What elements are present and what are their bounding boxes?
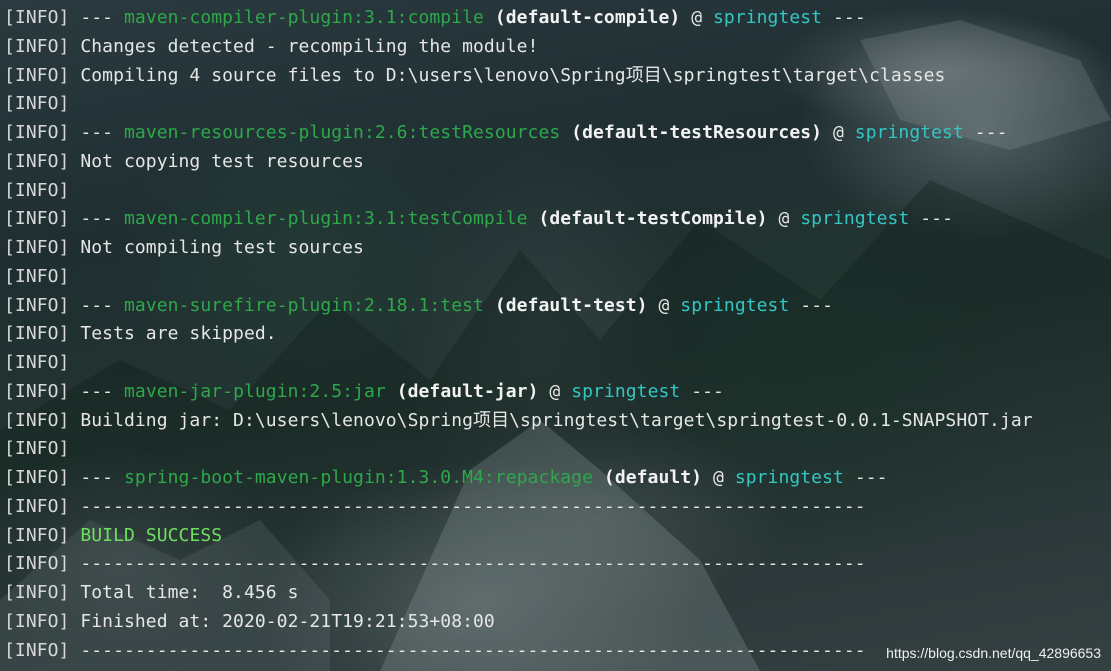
project-name: springtest xyxy=(713,7,823,28)
plugin-goal: maven-surefire-plugin:2.18.1:test xyxy=(124,294,484,316)
execution-id: (default-testCompile) xyxy=(538,208,768,230)
log-level-tag: [INFO] xyxy=(4,7,70,28)
console-line: [INFO] Finished at: 2020-02-21T19:21:53+… xyxy=(4,608,1033,637)
log-message: ----------------------------------------… xyxy=(69,639,866,661)
log-message: Finished at: 2020-02-21T19:21:53+08:00 xyxy=(69,610,495,632)
log-level-tag: [INFO] xyxy=(4,265,70,287)
execution-id: (default-compile) xyxy=(494,7,681,28)
log-level-tag: [INFO] xyxy=(4,294,70,316)
project-name: springtest xyxy=(680,294,790,316)
console-line: [INFO] Not copying test resources xyxy=(4,148,1033,177)
log-message: ----------------------------------------… xyxy=(69,553,866,575)
plugin-goal: maven-resources-plugin:2.6:testResources xyxy=(124,122,561,143)
plugin-goal: spring-boot-maven-plugin:1.3.0.M4:repack… xyxy=(124,467,593,488)
separator: --- xyxy=(69,208,124,230)
log-message: Building jar: D:\users\lenovo\Spring项目\s… xyxy=(69,409,1033,431)
log-level-tag: [INFO] xyxy=(4,237,70,258)
log-level-tag: [INFO] xyxy=(4,495,70,517)
log-level-tag: [INFO] xyxy=(4,553,70,575)
log-level-tag: [INFO] xyxy=(4,639,70,661)
execution-id: (default-testResources) xyxy=(571,122,823,143)
plugin-goal: maven-compiler-plugin:3.1:testCompile xyxy=(124,208,528,230)
console-output: [INFO] --- maven-compiler-plugin:3.1:com… xyxy=(4,4,1033,665)
plugin-goal: maven-compiler-plugin:3.1:compile xyxy=(124,7,484,28)
at-sign: @ xyxy=(822,122,855,143)
console-line: [INFO] ---------------------------------… xyxy=(4,493,1033,522)
at-sign: @ xyxy=(538,380,572,402)
execution-id: (default) xyxy=(603,467,703,488)
log-level-tag: [INFO] xyxy=(4,409,70,431)
log-level-tag: [INFO] xyxy=(4,93,70,115)
log-message: Not copying test resources xyxy=(69,150,364,172)
log-level-tag: [INFO] xyxy=(4,323,70,345)
project-name: springtest xyxy=(571,380,681,402)
console-line: [INFO] --- maven-compiler-plugin:3.1:com… xyxy=(4,4,1033,33)
separator-end: --- xyxy=(909,208,953,230)
separator-end: --- xyxy=(789,294,834,316)
console-line: [INFO] Compiling 4 source files to D:\us… xyxy=(4,62,1033,91)
at-sign: @ xyxy=(680,7,714,28)
console-line: [INFO] --- maven-compiler-plugin:3.1:tes… xyxy=(4,205,1033,234)
project-name: springtest xyxy=(734,467,844,488)
log-level-tag: [INFO] xyxy=(4,352,70,373)
separator-end: --- xyxy=(822,7,866,28)
log-level-tag: [INFO] xyxy=(4,64,70,86)
console-line: [INFO] --- maven-jar-plugin:2.5:jar (def… xyxy=(4,378,1033,407)
log-level-tag: [INFO] xyxy=(4,150,70,172)
at-sign: @ xyxy=(767,208,801,230)
separator: --- xyxy=(69,294,124,316)
separator: --- xyxy=(69,467,124,488)
at-sign: @ xyxy=(702,467,735,488)
console-line: [INFO] Changes detected - recompiling th… xyxy=(4,33,1033,62)
log-level-tag: [INFO] xyxy=(4,582,70,603)
console-line: [INFO] BUILD SUCCESS xyxy=(4,522,1033,551)
separator-end: --- xyxy=(680,380,724,402)
console-line: [INFO] xyxy=(4,349,1033,378)
separator: --- xyxy=(69,122,124,143)
build-status: BUILD SUCCESS xyxy=(80,524,223,546)
log-level-tag: [INFO] xyxy=(4,438,70,460)
project-name: springtest xyxy=(800,208,910,230)
console-line: [INFO] xyxy=(4,177,1033,206)
log-level-tag: [INFO] xyxy=(4,524,70,546)
at-sign: @ xyxy=(647,294,681,316)
console-line: [INFO] --- maven-resources-plugin:2.6:te… xyxy=(4,119,1033,148)
watermark: https://blog.csdn.net/qq_42896653 xyxy=(886,645,1101,661)
console-line: [INFO] ---------------------------------… xyxy=(4,550,1033,579)
separator: --- xyxy=(69,380,124,402)
console-line: [INFO] --- spring-boot-maven-plugin:1.3.… xyxy=(4,464,1033,493)
console-line: [INFO] Total time: 8.456 s xyxy=(4,579,1033,608)
log-level-tag: [INFO] xyxy=(4,208,70,230)
execution-id: (default-jar) xyxy=(396,380,539,402)
separator-end: --- xyxy=(963,122,1008,143)
console-line: [INFO] xyxy=(4,435,1033,464)
log-level-tag: [INFO] xyxy=(4,122,70,143)
plugin-goal: maven-jar-plugin:2.5:jar xyxy=(124,380,386,402)
log-level-tag: [INFO] xyxy=(4,179,70,201)
console-line: [INFO] xyxy=(4,90,1033,119)
log-level-tag: [INFO] xyxy=(4,610,70,632)
log-level-tag: [INFO] xyxy=(4,35,70,57)
console-line: [INFO] xyxy=(4,263,1033,292)
project-name: springtest xyxy=(854,122,964,143)
log-message: Total time: 8.456 s xyxy=(69,582,299,603)
log-message: ----------------------------------------… xyxy=(69,495,866,517)
separator-end: --- xyxy=(843,467,888,488)
log-level-tag: [INFO] xyxy=(4,380,70,402)
execution-id: (default-test) xyxy=(494,294,648,316)
console-line: [INFO] --- maven-surefire-plugin:2.18.1:… xyxy=(4,292,1033,321)
terminal-window[interactable]: [INFO] --- maven-compiler-plugin:3.1:com… xyxy=(0,0,1111,671)
log-message: Tests are skipped. xyxy=(69,323,277,345)
console-line: [INFO] Tests are skipped. xyxy=(4,320,1033,349)
log-message: Not compiling test sources xyxy=(69,237,364,258)
log-level-tag: [INFO] xyxy=(4,467,70,488)
log-message: Changes detected - recompiling the modul… xyxy=(69,35,539,57)
console-line: [INFO] ---------------------------------… xyxy=(4,637,1033,666)
console-line: [INFO] Building jar: D:\users\lenovo\Spr… xyxy=(4,407,1033,436)
console-line: [INFO] Not compiling test sources xyxy=(4,234,1033,263)
separator: --- xyxy=(69,7,124,28)
log-message: Compiling 4 source files to D:\users\len… xyxy=(69,64,946,86)
